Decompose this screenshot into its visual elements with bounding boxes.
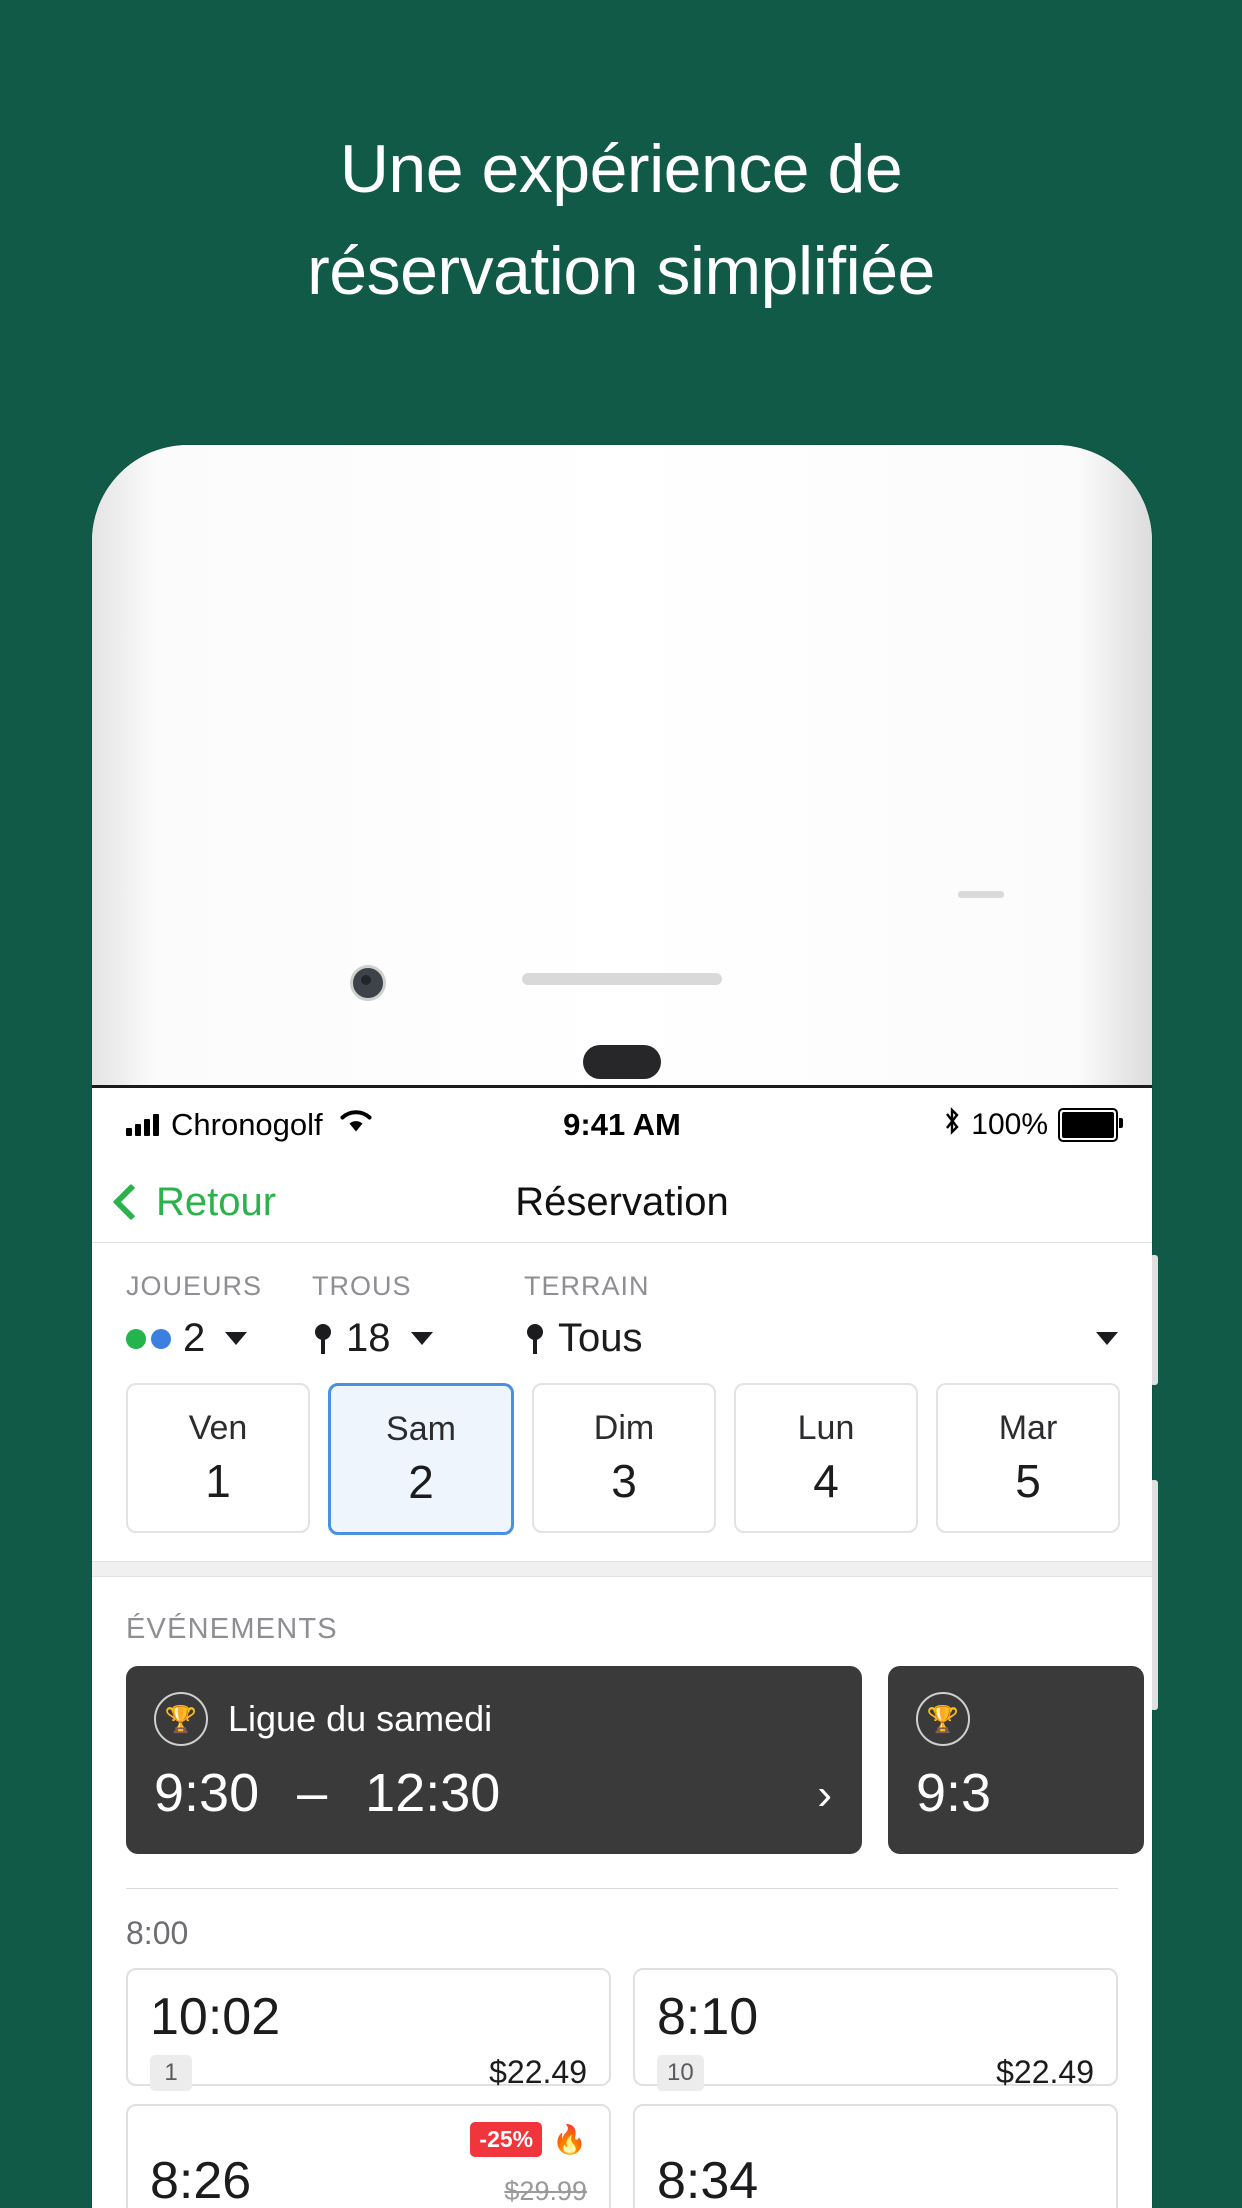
chevron-left-icon <box>112 1183 150 1221</box>
tee-time-group-header-0: 8:00 <box>126 1915 189 1951</box>
headline-line-2: réservation simplifiée <box>307 233 935 309</box>
event-card-header: 🏆 Ligue du samedi <box>154 1692 834 1746</box>
trophy-icon: 🏆 <box>916 1692 970 1746</box>
filter-bar: JOUEURS 2 TROUS 18 TERRAIN Tous <box>92 1243 1152 1361</box>
tee-time-card-promo[interactable]: -25% 🔥 8:26 $29.99 1 $22.49 <box>126 2104 611 2208</box>
page-title: Une expérience de réservation simplifiée <box>0 118 1242 322</box>
bluetooth-icon <box>943 1107 961 1143</box>
tee-time-card[interactable]: 10:02 1 $22.49 <box>126 1968 611 2091</box>
filter-holes-label: TROUS <box>312 1271 412 1301</box>
event-name: Ligue du samedi <box>228 1698 493 1739</box>
promo-row: -25% 🔥 <box>470 2122 587 2157</box>
date-dow: Mar <box>998 1408 1058 1447</box>
filter-course[interactable]: TERRAIN Tous <box>524 1271 1118 1361</box>
filter-course-value: Tous <box>558 1316 643 1360</box>
filter-players-value: 2 <box>183 1316 206 1360</box>
marketing-screenshot: Une expérience de réservation simplifiée… <box>0 0 1242 2208</box>
status-bar: Chronogolf 9:41 AM 100% <box>92 1088 1152 1162</box>
filter-holes-value: 18 <box>346 1316 391 1360</box>
tee-time-value: 10:02 <box>150 1988 281 2046</box>
events-section-label: ÉVÉNEMENTS <box>126 1613 338 1645</box>
event-time-range: 9:30 – 12:30 <box>154 1762 834 1824</box>
date-item-1-selected[interactable]: Sam 2 <box>328 1383 514 1535</box>
earpiece-speaker <box>522 973 722 985</box>
filter-holes[interactable]: TROUS 18 <box>312 1271 524 1361</box>
front-camera-icon <box>350 965 386 1001</box>
golf-tee-icon <box>524 1323 546 1354</box>
date-selector[interactable]: Ven 1 Sam 2 Dim 3 Lun 4 Mar 5 <box>92 1361 1152 1561</box>
events-carousel[interactable]: 🏆 Ligue du samedi 9:30 – 12:30 › 🏆 9:3 <box>92 1666 1152 1854</box>
chevron-down-icon <box>1096 1332 1118 1345</box>
filter-course-value-row: Tous <box>524 1316 1118 1361</box>
event-start-time: 9:3 <box>916 1763 992 1823</box>
headline-line-1: Une expérience de <box>339 131 903 207</box>
date-num: 1 <box>205 1454 231 1507</box>
back-button[interactable]: Retour <box>92 1180 276 1225</box>
filter-players-value-row: 2 <box>126 1316 312 1361</box>
date-num: 4 <box>813 1454 839 1507</box>
chevron-right-icon[interactable]: › <box>817 1770 832 1820</box>
date-num: 2 <box>408 1455 434 1508</box>
filter-course-label: TERRAIN <box>524 1271 650 1301</box>
chevron-down-icon <box>225 1332 248 1345</box>
players-dots-icon <box>126 1328 171 1349</box>
discount-badge: -25% <box>470 2122 543 2157</box>
antenna-slot <box>958 891 1004 898</box>
tee-time-value: 8:10 <box>657 1988 759 2046</box>
flame-icon: 🔥 <box>552 2124 587 2155</box>
tee-time-card[interactable]: 8:10 10 $22.49 <box>633 1968 1118 2091</box>
date-dow: Ven <box>188 1408 248 1447</box>
chevron-down-icon <box>410 1332 433 1345</box>
event-dash: – <box>297 1763 328 1823</box>
app-screen: Chronogolf 9:41 AM 100% Retour Réservati… <box>92 1085 1152 2208</box>
filter-players-label: JOUEURS <box>126 1271 263 1301</box>
tee-time-row-0: 10:02 1 $22.49 8:10 10 $22.49 <box>92 1968 1152 2104</box>
battery-percent-label: 100% <box>971 1108 1048 1141</box>
date-dow: Dim <box>593 1408 655 1447</box>
battery-icon <box>1058 1108 1123 1142</box>
filter-players[interactable]: JOUEURS 2 <box>126 1271 312 1361</box>
event-start-time: 9:30 <box>154 1763 260 1823</box>
date-dow: Lun <box>797 1408 855 1447</box>
filter-holes-value-row: 18 <box>312 1316 524 1361</box>
tee-card-footer: 1 $22.49 <box>150 2054 587 2091</box>
tee-old-price: $29.99 <box>504 2176 587 2206</box>
date-num: 5 <box>1015 1454 1041 1507</box>
event-card-0[interactable]: 🏆 Ligue du samedi 9:30 – 12:30 › <box>126 1666 862 1854</box>
event-end-time: 12:30 <box>365 1763 501 1823</box>
tee-time-value: 8:34 <box>657 2152 759 2208</box>
status-bar-right: 100% <box>943 1107 1123 1143</box>
date-item-0[interactable]: Ven 1 <box>126 1383 310 1533</box>
date-item-3[interactable]: Lun 4 <box>734 1383 918 1533</box>
back-button-label: Retour <box>156 1179 277 1224</box>
date-item-2[interactable]: Dim 3 <box>532 1383 716 1533</box>
section-divider <box>92 1561 1152 1577</box>
event-card-1[interactable]: 🏆 9:3 <box>888 1666 1144 1854</box>
tee-card-footer: 10 $22.49 <box>657 2054 1094 2091</box>
tee-price: $22.49 <box>489 2054 587 2090</box>
date-dow: Sam <box>386 1409 456 1448</box>
date-num: 3 <box>611 1454 637 1507</box>
tee-price: $22.49 <box>996 2054 1094 2090</box>
nav-bar: Retour Réservation <box>92 1162 1152 1243</box>
event-card-header: 🏆 <box>916 1692 1116 1746</box>
holes-badge: 10 <box>657 2055 704 2091</box>
phone-mockup: Chronogolf 9:41 AM 100% Retour Réservati… <box>92 445 1158 2208</box>
tee-time-card[interactable]: 8:34 10 $22.49 <box>633 2104 1118 2208</box>
golf-tee-icon <box>312 1323 334 1354</box>
trophy-icon: 🏆 <box>154 1692 208 1746</box>
holes-badge: 1 <box>150 2055 192 2091</box>
tee-time-row-1: -25% 🔥 8:26 $29.99 1 $22.49 8:34 10 $22.… <box>92 2104 1152 2208</box>
date-item-4[interactable]: Mar 5 <box>936 1383 1120 1533</box>
event-time-range: 9:3 <box>916 1762 1116 1824</box>
home-button[interactable] <box>583 1045 661 1079</box>
